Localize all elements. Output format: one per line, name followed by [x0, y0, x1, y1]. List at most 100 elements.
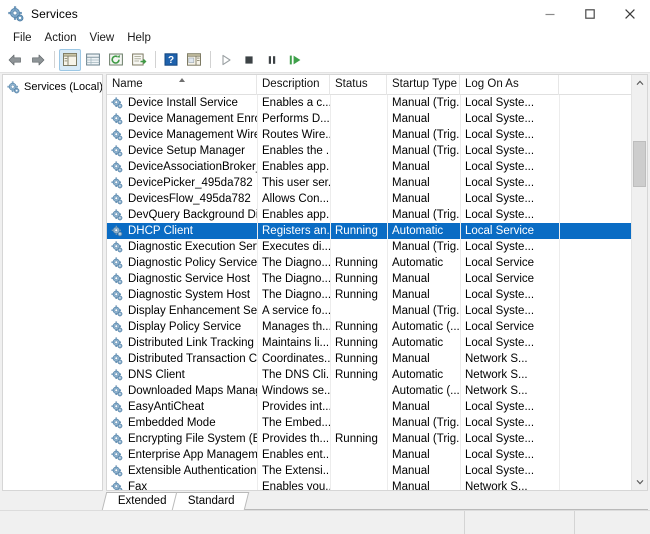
- service-name-label: DevicesFlow_495da782: [128, 193, 251, 205]
- service-status-cell: [330, 447, 387, 463]
- service-row[interactable]: Device Setup Manager Enables the ... Manua…: [107, 143, 647, 159]
- vertical-scrollbar[interactable]: [631, 75, 647, 490]
- pause-service-icon[interactable]: [261, 49, 283, 71]
- service-name-cell: DHCP Client: [107, 223, 257, 239]
- service-row[interactable]: Diagnostic Service Host The Diagno... Runn…: [107, 271, 647, 287]
- service-row[interactable]: Enterprise App Managemen... Enables ent..…: [107, 447, 647, 463]
- service-row[interactable]: DNS Client The DNS Cli... Running Automatic…: [107, 367, 647, 383]
- service-name-label: DevicePicker_495da782: [128, 177, 253, 189]
- service-name-label: Diagnostic Execution Service: [128, 241, 257, 253]
- service-row[interactable]: Diagnostic System Host The Diagno... Runni…: [107, 287, 647, 303]
- show-action-pane-icon[interactable]: [183, 49, 205, 71]
- service-status-cell: [330, 415, 387, 431]
- scroll-up-icon[interactable]: [632, 75, 647, 91]
- service-name-label: DNS Client: [128, 369, 185, 381]
- service-startup-cell: Manual: [392, 449, 430, 461]
- service-gear-icon: [111, 209, 125, 221]
- properties-icon[interactable]: [128, 49, 150, 71]
- service-row[interactable]: Embedded Mode The Embed... Manual (Trig...…: [107, 415, 647, 431]
- scrollbar-track[interactable]: [632, 91, 647, 474]
- minimize-button[interactable]: [530, 0, 570, 28]
- service-row[interactable]: Encrypting File System (EFS) Provides th.…: [107, 431, 647, 447]
- service-status-cell: Running: [335, 353, 378, 365]
- maximize-button[interactable]: [570, 0, 610, 28]
- service-row[interactable]: Extensible Authentication P... The Extens…: [107, 463, 647, 479]
- service-row[interactable]: DevicePicker_495da782 This user ser... Man…: [107, 175, 647, 191]
- service-name-cell: Downloaded Maps Manager: [107, 383, 257, 399]
- service-row[interactable]: Display Enhancement Service A service fo.…: [107, 303, 647, 319]
- menu-item-view[interactable]: View: [84, 30, 122, 46]
- restart-service-icon[interactable]: [284, 49, 306, 71]
- show-hide-console-tree-icon[interactable]: [59, 48, 81, 71]
- service-row[interactable]: DHCP Client Registers an... Running Automat…: [107, 223, 647, 239]
- menu-item-action[interactable]: Action: [39, 30, 84, 46]
- column-header-name[interactable]: Name: [107, 75, 257, 95]
- service-gear-icon: [111, 273, 125, 285]
- service-startup-cell: Manual: [392, 193, 430, 205]
- service-status-cell: [330, 159, 387, 175]
- service-row[interactable]: Device Management Enroll... Performs D...…: [107, 111, 647, 127]
- service-startup-cell: Automatic: [392, 257, 444, 269]
- service-logon-cell: Local Service: [465, 321, 535, 333]
- scrollbar-thumb[interactable]: [633, 140, 646, 187]
- service-name-cell: EasyAntiCheat: [107, 399, 257, 415]
- services-list-rows[interactable]: Device Install Service Enables a c... Manu…: [107, 95, 647, 490]
- service-row[interactable]: Diagnostic Policy Service The Diagno... Ru…: [107, 255, 647, 271]
- service-row[interactable]: Fax Enables you... Manual Network S...: [107, 479, 647, 490]
- service-logon-cell: Local Syste...: [465, 465, 535, 477]
- close-button[interactable]: [610, 0, 650, 28]
- service-gear-icon: [111, 289, 125, 301]
- service-name-cell: DevQuery Background Disc...: [107, 207, 257, 223]
- refresh-icon[interactable]: [105, 49, 127, 71]
- service-name-cell: Fax: [107, 479, 257, 490]
- service-startup-cell: Manual (Trig...: [392, 305, 460, 317]
- service-row[interactable]: Downloaded Maps Manager Windows se... Auto…: [107, 383, 647, 399]
- service-row[interactable]: DevicesFlow_495da782 Allows Con... Manual L…: [107, 191, 647, 207]
- service-row[interactable]: Distributed Transaction Coo... Coordinate…: [107, 351, 647, 367]
- export-list-icon[interactable]: [82, 49, 104, 71]
- service-row[interactable]: Display Policy Service Manages th... Runni…: [107, 319, 647, 335]
- service-gear-icon: [111, 337, 125, 349]
- stop-service-icon[interactable]: [238, 49, 260, 71]
- service-row[interactable]: Device Install Service Enables a c... Manu…: [107, 95, 647, 111]
- service-row[interactable]: Diagnostic Execution Service Executes di.…: [107, 239, 647, 255]
- service-logon-cell: Network S...: [465, 481, 528, 490]
- help-icon[interactable]: ?: [160, 49, 182, 71]
- service-gear-icon: [111, 385, 125, 397]
- service-logon-cell: Local Syste...: [465, 401, 535, 413]
- toolbar-separator: [155, 51, 156, 68]
- service-gear-icon: [111, 129, 125, 141]
- service-gear-icon: [111, 465, 125, 477]
- back-arrow-icon[interactable]: [4, 49, 26, 71]
- service-row[interactable]: DeviceAssociationBroker_49... Enables app…: [107, 159, 647, 175]
- service-startup-cell: Manual: [392, 465, 430, 477]
- service-row[interactable]: DevQuery Background Disc... Enables app..…: [107, 207, 647, 223]
- service-gear-icon: [111, 193, 125, 205]
- column-header-log-on-as[interactable]: Log On As: [460, 75, 559, 95]
- menu-item-file[interactable]: File: [7, 30, 39, 46]
- column-header-description[interactable]: Description: [257, 75, 330, 95]
- tree-item-label: Services (Local): [24, 81, 103, 93]
- column-header-startup-type[interactable]: Startup Type: [387, 75, 460, 95]
- forward-arrow-icon[interactable]: [27, 49, 49, 71]
- tab-standard[interactable]: Standard: [171, 492, 249, 510]
- service-startup-cell: Automatic: [392, 337, 444, 349]
- service-name-cell: Diagnostic System Host: [107, 287, 257, 303]
- service-name-label: Device Management Wirele...: [128, 129, 257, 141]
- tree-item-services-local[interactable]: Services (Local): [3, 79, 102, 95]
- start-service-icon[interactable]: [215, 49, 237, 71]
- service-logon-cell: Local Syste...: [465, 337, 535, 349]
- service-row[interactable]: EasyAntiCheat Provides int... Manual Local …: [107, 399, 647, 415]
- service-row[interactable]: Device Management Wirele... Routes Wire..…: [107, 127, 647, 143]
- service-name-label: Device Install Service: [128, 97, 238, 109]
- service-logon-cell: Local Service: [465, 257, 535, 269]
- menu-item-help[interactable]: Help: [121, 30, 158, 46]
- window-title: Services: [31, 7, 78, 21]
- tab-extended[interactable]: Extended: [101, 492, 181, 510]
- scroll-down-icon[interactable]: [632, 474, 647, 490]
- service-name-cell: DeviceAssociationBroker_49...: [107, 159, 257, 175]
- service-startup-cell: Manual (Trig...: [392, 433, 460, 445]
- service-row[interactable]: Distributed Link Tracking Cli... Maintain…: [107, 335, 647, 351]
- column-header-status[interactable]: Status: [330, 75, 387, 95]
- service-description-cell: The Diagno...: [262, 257, 330, 269]
